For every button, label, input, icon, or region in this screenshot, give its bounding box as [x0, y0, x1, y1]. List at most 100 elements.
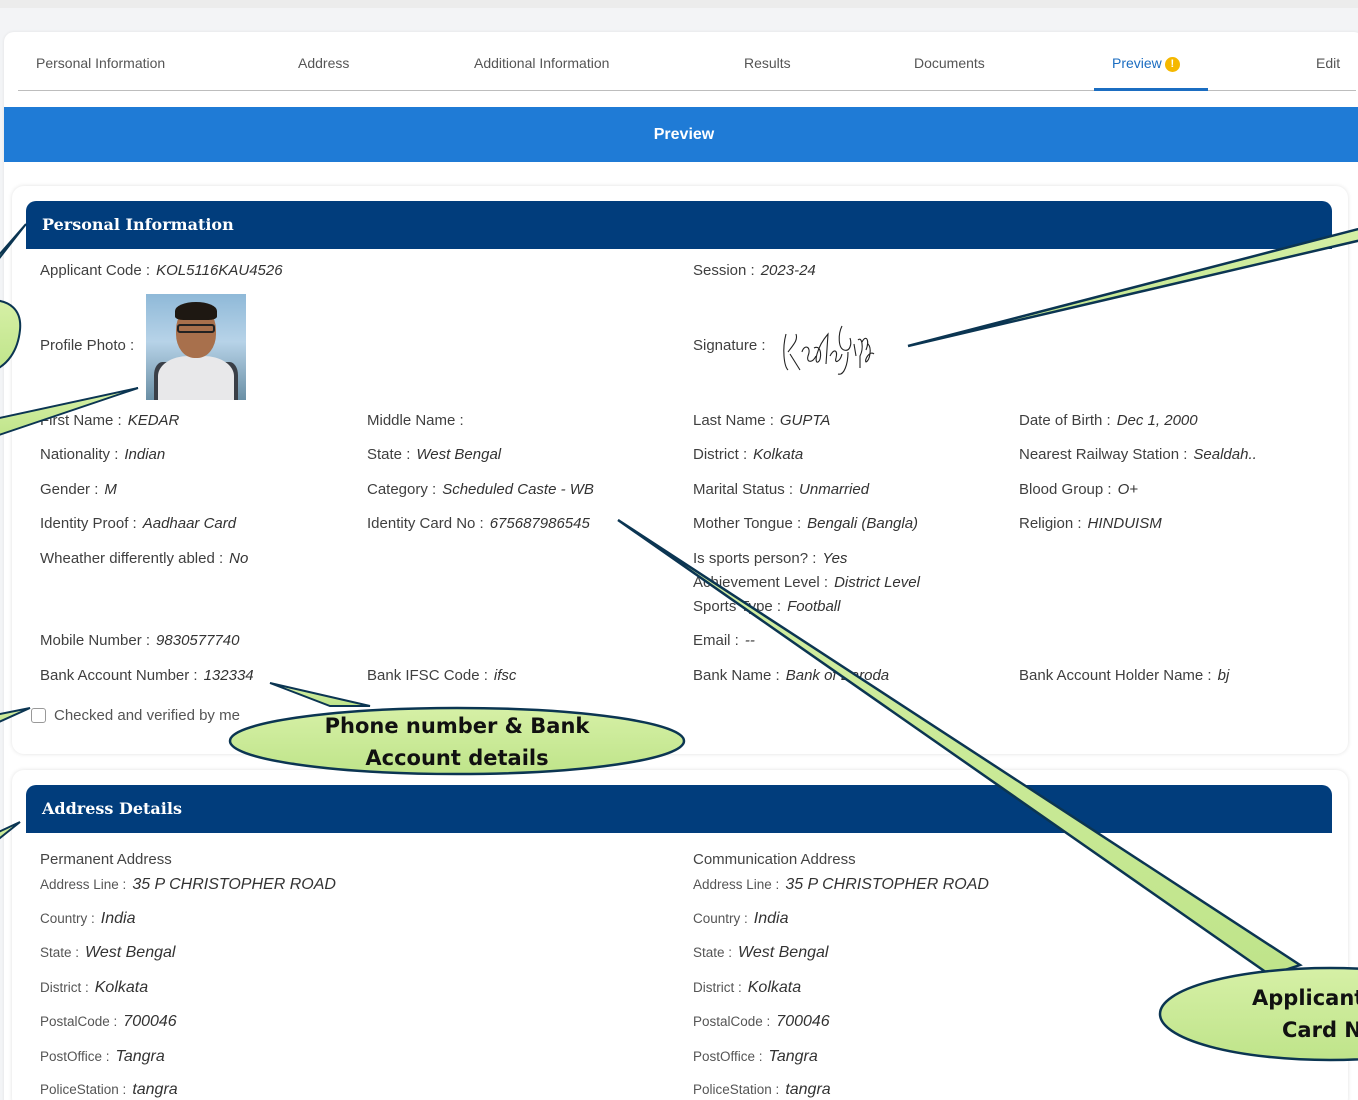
perm-state-value: West Bengal	[85, 944, 176, 961]
perm-state-field: State : West Bengal	[40, 944, 175, 962]
marital-status-value: Unmarried	[799, 481, 870, 498]
nationality-label: Nationality :	[40, 446, 119, 463]
district-value: Kolkata	[753, 446, 804, 463]
callout-bank-line2: Account details	[365, 746, 549, 770]
category-label: Category :	[367, 481, 437, 498]
warning-icon: !	[1164, 57, 1180, 72]
bank-account-number-label: Bank Account Number :	[40, 667, 198, 684]
bank-ifsc-field: Bank IFSC Code : ifsc	[367, 667, 516, 684]
sports-type-field: Sports Type : Football	[693, 598, 840, 615]
religion-label: Religion :	[1019, 515, 1082, 532]
signature-image	[783, 325, 875, 375]
differently-abled-value: No	[229, 550, 249, 567]
comm-state-label: State :	[693, 945, 733, 960]
first-name-field: First Name : KEDAR	[40, 412, 179, 429]
mother-tongue-value: Bengali (Bangla)	[807, 515, 919, 532]
tab-personal-information[interactable]: Personal Information	[36, 55, 165, 71]
account-holder-label: Bank Account Holder Name :	[1019, 667, 1212, 684]
gender-field: Gender : M	[40, 481, 117, 498]
last-name-label: Last Name :	[693, 412, 774, 429]
tab-address[interactable]: Address	[298, 55, 349, 71]
applicant-code-value: KOL5116KAU4526	[156, 262, 283, 279]
perm-postal-label: PostalCode :	[40, 1014, 118, 1029]
perm-state-label: State :	[40, 945, 80, 960]
perm-address-line-value: 35 P CHRISTOPHER ROAD	[132, 876, 336, 893]
identity-proof-value: Aadhaar Card	[142, 515, 237, 532]
account-holder-value: bj	[1217, 667, 1230, 684]
comm-postoffice-label: PostOffice :	[693, 1049, 763, 1064]
permanent-address-title: Permanent Address	[40, 851, 172, 868]
profile-photo	[146, 294, 246, 400]
comm-district-label: District :	[693, 980, 742, 995]
comm-state-field: State : West Bengal	[693, 944, 828, 962]
marital-status-label: Marital Status :	[693, 481, 794, 498]
perm-country-label: Country :	[40, 911, 95, 926]
bank-name-label: Bank Name :	[693, 667, 780, 684]
marital-status-field: Marital Status : Unmarried	[693, 481, 869, 498]
comm-postal-value: 700046	[776, 1013, 830, 1030]
identity-card-no-label: Identity Card No :	[367, 515, 484, 532]
sports-person-field: Is sports person? : Yes	[693, 550, 847, 567]
tab-documents[interactable]: Documents	[914, 55, 985, 71]
callout-idcard-line2: Card N	[1282, 1018, 1358, 1042]
profile-photo-field: Profile Photo :	[40, 337, 134, 354]
mother-tongue-label: Mother Tongue :	[693, 515, 802, 532]
differently-abled-field: Wheather differently abled : No	[40, 550, 248, 567]
tab-results[interactable]: Results	[744, 55, 791, 71]
bank-ifsc-label: Bank IFSC Code :	[367, 667, 488, 684]
religion-field: Religion : HINDUISM	[1019, 515, 1162, 532]
tab-additional-information[interactable]: Additional Information	[474, 55, 609, 71]
category-field: Category : Scheduled Caste - WB	[367, 481, 594, 498]
comm-address-line-label: Address Line :	[693, 877, 780, 892]
district-field: District : Kolkata	[693, 446, 803, 463]
identity-proof-field: Identity Proof : Aadhaar Card	[40, 515, 236, 532]
mobile-number-label: Mobile Number :	[40, 632, 151, 649]
top-strip	[0, 0, 1358, 8]
mobile-number-value: 9830577740	[156, 632, 240, 649]
last-name-field: Last Name : GUPTA	[693, 412, 830, 429]
email-field: Email : --	[693, 632, 755, 649]
perm-postal-value: 700046	[123, 1013, 177, 1030]
railway-station-value: Sealdah..	[1193, 446, 1257, 463]
bank-name-value: Bank of Baroda	[785, 667, 890, 684]
perm-postoffice-value: Tangra	[115, 1048, 165, 1065]
comm-country-value: India	[753, 910, 789, 927]
comm-state-value: West Bengal	[738, 944, 829, 961]
perm-country-value: India	[100, 910, 136, 927]
first-name-label: First Name :	[40, 412, 122, 429]
religion-value: HINDUISM	[1087, 515, 1162, 532]
session-label: Session :	[693, 262, 755, 279]
perm-district-value: Kolkata	[94, 979, 149, 996]
email-label: Email :	[693, 632, 739, 649]
address-details-card: Address Details	[12, 770, 1348, 1100]
nationality-value: Indian	[124, 446, 166, 463]
tab-edit[interactable]: Edit	[1316, 55, 1340, 71]
state-value: West Bengal	[416, 446, 502, 463]
first-name-value: KEDAR	[127, 412, 180, 429]
blood-group-value: O+	[1117, 481, 1138, 498]
callout-idcard-text: Applicant Card N	[1200, 982, 1358, 1046]
callout-idcard-line1: Applicant	[1252, 986, 1358, 1010]
verify-checkbox-label: Checked and verified by me	[54, 707, 240, 724]
perm-postal-field: PostalCode : 700046	[40, 1013, 177, 1031]
comm-police-label: PoliceStation :	[693, 1082, 780, 1097]
perm-police-label: PoliceStation :	[40, 1082, 127, 1097]
profile-photo-label: Profile Photo :	[40, 337, 135, 354]
nationality-field: Nationality : Indian	[40, 446, 165, 463]
comm-district-value: Kolkata	[747, 979, 802, 996]
blood-group-field: Blood Group : O+	[1019, 481, 1138, 498]
perm-postoffice-label: PostOffice :	[40, 1049, 110, 1064]
session-field: Session : 2023-24	[693, 262, 816, 279]
state-label: State :	[367, 446, 411, 463]
bank-name-field: Bank Name : Bank of Baroda	[693, 667, 889, 684]
mobile-number-field: Mobile Number : 9830577740	[40, 632, 239, 649]
callout-bank-text: Phone number & Bank Account details	[290, 710, 624, 774]
gender-label: Gender :	[40, 481, 99, 498]
applicant-code-label: Applicant Code :	[40, 262, 151, 279]
verify-checkbox[interactable]	[31, 708, 46, 723]
gender-value: M	[104, 481, 117, 498]
tab-preview[interactable]: Preview!	[1112, 55, 1180, 72]
comm-district-field: District : Kolkata	[693, 979, 801, 997]
account-holder-field: Bank Account Holder Name : bj	[1019, 667, 1229, 684]
identity-card-no-field: Identity Card No : 675687986545	[367, 515, 590, 532]
